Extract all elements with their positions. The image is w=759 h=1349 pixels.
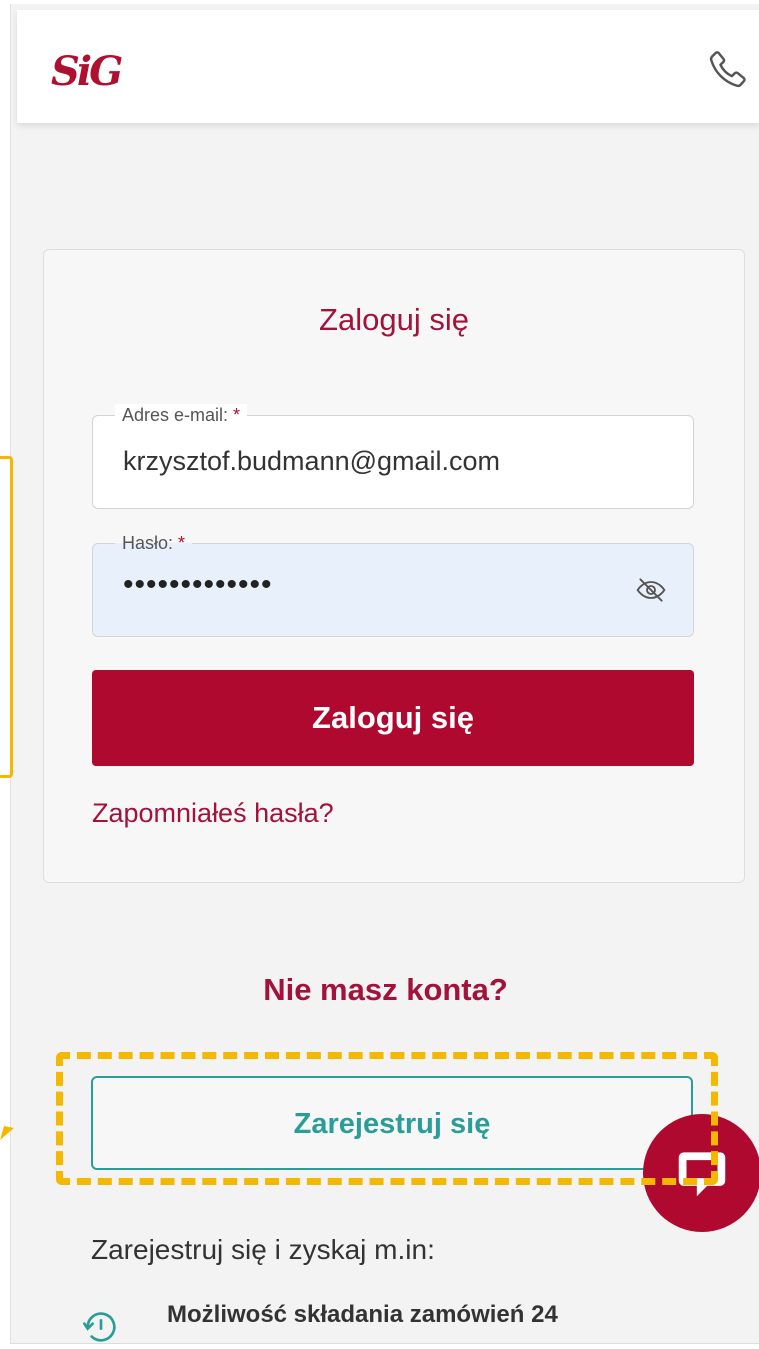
email-field[interactable]: Adres e-mail: * krzysztof.budmann@gmail.…: [92, 404, 694, 509]
email-label-text: Adres e-mail:: [122, 405, 229, 425]
annotation-arrow-icon: [0, 1126, 14, 1140]
required-marker: *: [178, 533, 186, 553]
password-field[interactable]: Hasło: * •••••••••••••: [92, 532, 694, 637]
sig-logo[interactable]: SiG: [51, 52, 123, 92]
eye-slash-icon[interactable]: [635, 574, 667, 606]
password-input[interactable]: •••••••••••••: [123, 570, 273, 600]
annotation-highlight-box: [0, 456, 13, 778]
phone-icon[interactable]: [707, 48, 749, 90]
email-label: Adres e-mail: *: [115, 404, 248, 426]
login-title: Zaloguj się: [319, 302, 469, 337]
forgot-password-link[interactable]: Zapomniałeś hasła?: [92, 798, 334, 829]
top-header: SiG: [17, 10, 759, 123]
email-input[interactable]: krzysztof.budmann@gmail.com: [123, 446, 643, 477]
no-account-heading: Nie masz konta?: [263, 972, 508, 1007]
password-label: Hasło: *: [115, 532, 193, 554]
perk-text: Możliwość składania zamówień 24: [167, 1301, 558, 1328]
annotation-highlight-register: [56, 1052, 718, 1185]
perks-intro: Zarejestruj się i zyskaj m.in:: [91, 1234, 435, 1265]
required-marker: *: [233, 405, 241, 425]
login-button[interactable]: Zaloguj się: [92, 670, 694, 766]
password-label-text: Hasło:: [122, 533, 174, 553]
login-card: Zaloguj się Adres e-mail: * krzysztof.bu…: [43, 249, 745, 883]
history-icon: [81, 1307, 121, 1343]
perk-item: Możliwość składania zamówień 24: [81, 1301, 701, 1343]
